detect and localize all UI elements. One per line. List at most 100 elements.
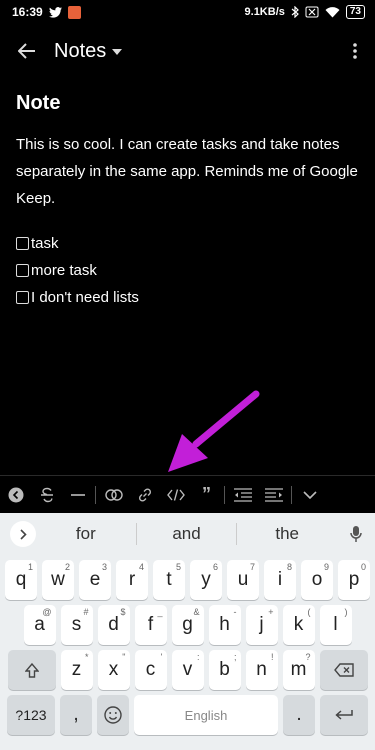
suggestion[interactable]: for — [36, 524, 136, 544]
battery-indicator: 73 — [345, 5, 365, 19]
task-item[interactable]: I don't need lists — [16, 284, 361, 311]
key-s[interactable]: # s — [60, 605, 93, 645]
key-u[interactable]: 7u — [227, 560, 259, 600]
key-t[interactable]: 5t — [153, 560, 185, 600]
key-q[interactable]: 1q — [5, 560, 37, 600]
key-d[interactable]: $ d — [97, 605, 130, 645]
key-n[interactable]: ! n — [245, 650, 278, 690]
insert-link-button[interactable] — [129, 476, 160, 514]
key-b[interactable]: ; b — [208, 650, 241, 690]
key-label: r — [128, 569, 136, 590]
key-p[interactable]: 0p — [338, 560, 370, 600]
indent-button[interactable] — [258, 476, 289, 514]
wifi-icon — [325, 6, 340, 18]
key-k[interactable]: (k — [282, 605, 315, 645]
key-g[interactable]: & g — [171, 605, 204, 645]
note-title[interactable]: Note — [16, 92, 361, 115]
key-y[interactable]: 6y — [190, 560, 222, 600]
task-checkbox[interactable] — [16, 291, 29, 304]
key-l[interactable]: ) l — [319, 605, 352, 645]
key-hint: ; — [233, 652, 237, 662]
task-item[interactable]: task — [16, 230, 361, 257]
key-label: y — [201, 569, 211, 590]
expand-toolbar-button[interactable] — [294, 476, 325, 514]
status-time: 16:39 — [12, 5, 43, 19]
key-hint: 9 — [323, 562, 329, 572]
space-key[interactable]: English — [134, 695, 278, 735]
comma-key[interactable]: , — [60, 695, 92, 735]
key-hint: ' — [160, 652, 163, 662]
key-label: m — [290, 659, 307, 680]
strikethrough-button[interactable] — [31, 476, 62, 514]
period-key[interactable]: . — [283, 695, 315, 735]
key-hint: 5 — [175, 562, 181, 572]
key-hint: $ — [120, 607, 126, 617]
backspace-icon — [333, 663, 354, 677]
emoji-key[interactable] — [97, 695, 129, 735]
key-i[interactable]: 8i — [264, 560, 296, 600]
horizontal-rule-button[interactable] — [62, 476, 93, 514]
strikethrough-icon — [40, 487, 53, 502]
chevron-left-circle-icon — [8, 487, 23, 502]
enter-key[interactable] — [320, 695, 368, 735]
expand-suggestions-button[interactable] — [10, 521, 36, 547]
symbols-key[interactable]: ?123 — [7, 695, 55, 735]
key-label: i — [277, 569, 283, 590]
key-e[interactable]: 3e — [79, 560, 111, 600]
app-bar: Notes — [0, 24, 375, 78]
voice-input-button[interactable] — [337, 525, 375, 543]
soft-keyboard: for and the 1q 2w 3e 4r 5t 6y 7u 8i 9o 0… — [0, 513, 375, 750]
microphone-icon — [350, 526, 362, 542]
back-button[interactable] — [0, 24, 54, 78]
notification-app-icon — [67, 5, 81, 19]
key-label: f — [147, 614, 154, 635]
key-a[interactable]: @ a — [23, 605, 56, 645]
twitter-icon — [48, 6, 62, 18]
key-f[interactable]: _ f — [134, 605, 167, 645]
key-hint: ? — [305, 652, 311, 662]
task-checkbox[interactable] — [16, 237, 29, 250]
suggestion[interactable]: and — [137, 524, 237, 544]
task-label[interactable]: task — [31, 235, 59, 252]
chevron-down-icon — [302, 490, 317, 499]
outdent-button[interactable] — [227, 476, 258, 514]
key-j[interactable]: + j — [245, 605, 278, 645]
task-label[interactable]: more task — [31, 262, 97, 279]
notebook-selector[interactable]: Notes — [54, 40, 123, 63]
outdent-icon — [233, 487, 252, 502]
enter-arrow-icon — [335, 710, 353, 720]
key-h[interactable]: -h — [208, 605, 241, 645]
key-c[interactable]: ' c — [134, 650, 167, 690]
quote-button[interactable]: ” — [191, 476, 222, 514]
code-button[interactable] — [160, 476, 191, 514]
more-options-button[interactable] — [343, 24, 367, 78]
shift-key[interactable] — [7, 650, 56, 690]
task-checkbox[interactable] — [16, 264, 29, 277]
key-label: q — [15, 569, 27, 590]
backspace-key[interactable] — [319, 650, 368, 690]
task-label[interactable]: I don't need lists — [31, 289, 139, 306]
key-label: e — [89, 569, 101, 590]
collapse-toolbar-button[interactable] — [0, 476, 31, 514]
key-m[interactable]: ? m — [282, 650, 315, 690]
key-w[interactable]: 2w — [42, 560, 74, 600]
note-body[interactable]: This is so cool. I can create tasks and … — [16, 131, 361, 212]
key-hint: ( — [307, 607, 311, 617]
key-label: z — [71, 659, 82, 680]
suggestion[interactable]: the — [237, 524, 337, 544]
key-z[interactable]: * z — [60, 650, 93, 690]
key-hint: & — [193, 607, 200, 617]
note-editor[interactable]: Note This is so cool. I can create tasks… — [16, 88, 361, 311]
internal-link-button[interactable] — [98, 476, 129, 514]
key-x[interactable]: " x — [97, 650, 130, 690]
key-row-3: * z " x ' c :v ; b ! n ? m — [0, 650, 375, 690]
key-label: j — [259, 614, 264, 635]
bluetooth-icon — [291, 6, 299, 18]
key-hint: : — [196, 652, 200, 662]
key-o[interactable]: 9o — [301, 560, 333, 600]
task-item[interactable]: more task — [16, 257, 361, 284]
key-v[interactable]: :v — [171, 650, 204, 690]
key-hint: _ — [157, 607, 163, 617]
key-r[interactable]: 4r — [116, 560, 148, 600]
toolbar-divider — [95, 485, 96, 504]
